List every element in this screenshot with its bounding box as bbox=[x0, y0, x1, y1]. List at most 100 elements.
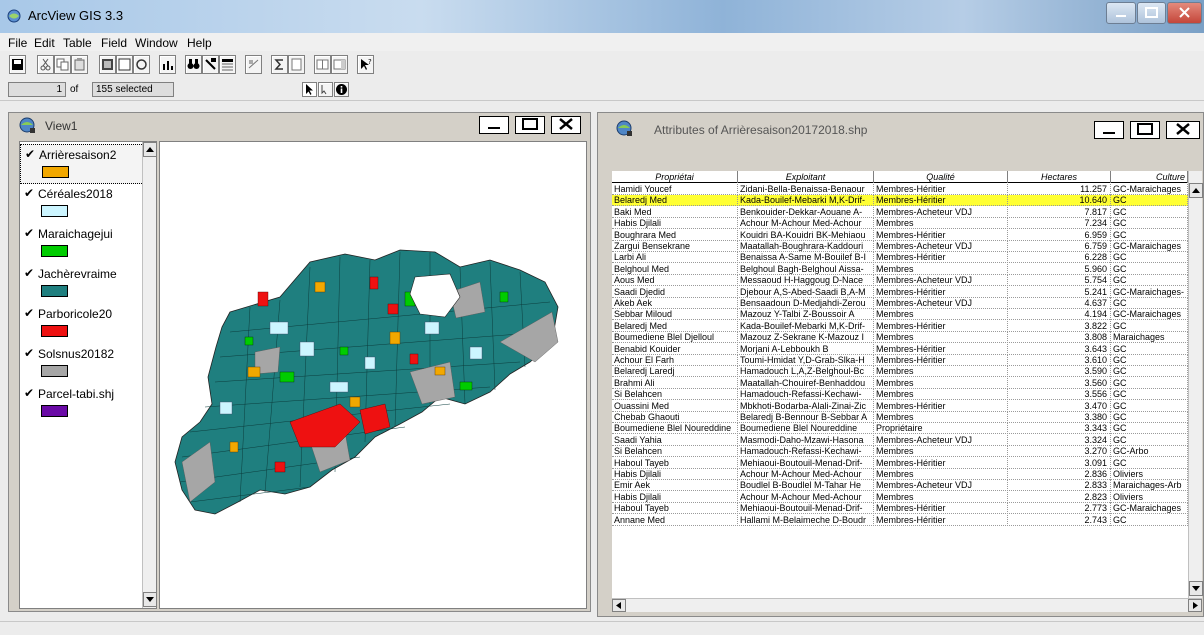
join-tables-button[interactable] bbox=[314, 55, 331, 74]
visibility-checkmark-icon[interactable]: ✔ bbox=[24, 306, 34, 320]
table-row[interactable]: Zargui Bensekrane Maatallah-Boughrara-Kad… bbox=[612, 241, 1188, 252]
cell-proprietaire: Achour El Farh bbox=[612, 355, 738, 366]
table-minimize-button[interactable] bbox=[1094, 121, 1124, 139]
toc-scrollbar[interactable] bbox=[142, 142, 156, 608]
table-row[interactable]: Baki Med Benkouider-Dekkar-Aouane A- Membr… bbox=[612, 206, 1188, 218]
statistics-button[interactable] bbox=[159, 55, 176, 74]
sort-ascending-button[interactable] bbox=[245, 55, 262, 74]
cell-hectares: 3.380 bbox=[1008, 412, 1111, 423]
menu-help[interactable]: Help bbox=[187, 36, 212, 50]
cell-proprietaire: Zargui Bensekrane bbox=[612, 241, 738, 252]
table-row[interactable]: Si Belahcen Hamadouch-Refassi-Kechawi- Mem… bbox=[612, 389, 1188, 401]
table-row[interactable]: Boughrara Med Kouidri BA-Kouidri BK-Mehia… bbox=[612, 229, 1188, 241]
table-row[interactable]: Haboul Tayeb Mehiaoui-Boutouil-Menad-Drif… bbox=[612, 503, 1188, 515]
switch-selection-button[interactable] bbox=[133, 55, 150, 74]
table-vertical-scrollbar[interactable] bbox=[1188, 171, 1203, 598]
toc-layer-cereales[interactable]: ✔ Céréales2018 bbox=[20, 184, 144, 224]
toc-layer-parcel-tabi[interactable]: ✔ Parcel-tabi.shj bbox=[20, 384, 144, 424]
column-header-culture[interactable]: Culture bbox=[1111, 171, 1188, 183]
table-row[interactable]: Benabid Kouider Morjani A-Lebboukh B Membr… bbox=[612, 343, 1188, 355]
table-row[interactable]: Larbi Ali Benaissa A-Same M-Bouilef B-I Me… bbox=[612, 252, 1188, 264]
summarize-button[interactable] bbox=[271, 55, 288, 74]
menu-edit[interactable]: Edit bbox=[34, 36, 55, 50]
scroll-right-button[interactable] bbox=[1188, 599, 1202, 612]
toc-layer-parboricole[interactable]: ✔ Parboricole20 bbox=[20, 304, 144, 344]
table-row[interactable]: Emir Aek Boudlel B-Boudlel M-Tahar He Memb… bbox=[612, 480, 1188, 492]
copy-button[interactable] bbox=[54, 55, 71, 74]
toc-layer-jachere[interactable]: ✔ Jachèrevraime bbox=[20, 264, 144, 304]
menu-window[interactable]: Window bbox=[135, 36, 178, 50]
visibility-checkmark-icon[interactable]: ✔ bbox=[25, 147, 35, 161]
query-builder-button[interactable] bbox=[202, 55, 219, 74]
edit-tool[interactable] bbox=[318, 82, 333, 97]
scroll-left-button[interactable] bbox=[612, 599, 626, 612]
calculate-button[interactable] bbox=[288, 55, 305, 74]
cell-exploitant: Achour M-Achour Med-Achour bbox=[738, 218, 874, 230]
table-row[interactable]: Saadi Djedid Djebour A,S-Abed-Saadi B,A-M… bbox=[612, 286, 1188, 298]
select-all-button[interactable] bbox=[99, 55, 116, 74]
select-none-button[interactable] bbox=[116, 55, 133, 74]
maximize-button[interactable] bbox=[1137, 2, 1166, 24]
table-row[interactable]: Annane Med Hallami M-Belaimeche D-Boudr Me… bbox=[612, 514, 1188, 526]
table-row[interactable]: Belaredj Med Kada-Bouilef-Mebarki M,K-Dri… bbox=[612, 195, 1188, 207]
menu-file[interactable]: File bbox=[8, 36, 27, 50]
view-close-button[interactable] bbox=[551, 116, 581, 134]
table-row[interactable]: Belaredj Laredj Hamadouch L,A,Z-Belghoul-… bbox=[612, 366, 1188, 378]
table-row[interactable]: Boumediene Blel Djelloul Mazouz Z-Sekrane… bbox=[612, 332, 1188, 344]
column-header-hectares[interactable]: Hectares bbox=[1008, 171, 1111, 183]
visibility-checkmark-icon[interactable]: ✔ bbox=[24, 186, 34, 200]
close-button[interactable] bbox=[1167, 2, 1202, 24]
table-row[interactable]: Si Belahcen Hamadouch-Refassi-Kechawi- Mem… bbox=[612, 446, 1188, 458]
map-display[interactable] bbox=[159, 141, 587, 609]
table-maximize-button[interactable] bbox=[1130, 121, 1160, 139]
table-row[interactable]: Belaredj Med Kada-Bouilef-Mebarki M,K-Dri… bbox=[612, 320, 1188, 332]
table-row[interactable]: Achour El Farh Toumi-Hmidat Y,D-Grab-Slka… bbox=[612, 355, 1188, 366]
scroll-up-button[interactable] bbox=[1189, 183, 1203, 198]
minimize-button[interactable] bbox=[1106, 2, 1136, 24]
table-row[interactable]: Habis Djilali Achour M-Achour Med-Achour M… bbox=[612, 469, 1188, 480]
identify-tool[interactable] bbox=[334, 82, 349, 97]
find-button[interactable] bbox=[185, 55, 202, 74]
scroll-down-button[interactable] bbox=[1189, 581, 1203, 596]
table-horizontal-scrollbar[interactable] bbox=[612, 598, 1202, 612]
column-header-exploitant[interactable]: Exploitant bbox=[738, 171, 874, 183]
visibility-checkmark-icon[interactable]: ✔ bbox=[24, 346, 34, 360]
table-row[interactable]: Ouassini Med Mbkhoti-Bodarba-Alali-Zinai-… bbox=[612, 400, 1188, 412]
scroll-down-button[interactable] bbox=[143, 592, 156, 607]
table-row[interactable]: Saadi Yahia Masmodi-Daho-Mzawi-Hasona Memb… bbox=[612, 434, 1188, 446]
cell-proprietaire: Habis Djilali bbox=[612, 469, 738, 480]
visibility-checkmark-icon[interactable]: ✔ bbox=[24, 386, 34, 400]
view-minimize-button[interactable] bbox=[479, 116, 509, 134]
table-row[interactable]: Sebbar Miloud Mazouz Y-Talbi Z-Boussoir A… bbox=[612, 309, 1188, 321]
help-pointer-button[interactable]: ? bbox=[357, 55, 374, 74]
menu-field[interactable]: Field bbox=[101, 36, 127, 50]
remove-joins-button[interactable] bbox=[331, 55, 348, 74]
table-row[interactable]: Habis Djilali Achour M-Achour Med-Achour M… bbox=[612, 218, 1188, 230]
table-row[interactable]: Haboul Tayeb Mehiaoui-Boutouil-Menad-Drif… bbox=[612, 457, 1188, 469]
promote-button[interactable] bbox=[219, 55, 236, 74]
toc-layer-solsnus[interactable]: ✔ Solsnus20182 bbox=[20, 344, 144, 384]
select-pointer-tool[interactable] bbox=[302, 82, 317, 97]
table-row[interactable]: Brahmi Ali Maatallah-Chouiref-Benhaddou Me… bbox=[612, 377, 1188, 389]
table-row[interactable]: Belghoul Med Belghoul Bagh-Belghoul Aissa… bbox=[612, 263, 1188, 275]
table-row[interactable]: Akeb Aek Bensaadoun D-Medjahdi-Zerou Membr… bbox=[612, 298, 1188, 309]
column-header-proprietaire[interactable]: Propriétai bbox=[612, 171, 738, 183]
visibility-checkmark-icon[interactable]: ✔ bbox=[24, 266, 34, 280]
table-row[interactable]: Habis Djilali Achour M-Achour Med-Achour M… bbox=[612, 491, 1188, 503]
arrow-down-icon bbox=[1192, 586, 1200, 591]
scroll-up-button[interactable] bbox=[143, 142, 156, 157]
visibility-checkmark-icon[interactable]: ✔ bbox=[24, 226, 34, 240]
table-close-button[interactable] bbox=[1166, 121, 1200, 139]
toc-layer-maraichage[interactable]: ✔ Maraichagejui bbox=[20, 224, 144, 264]
paste-button[interactable] bbox=[71, 55, 88, 74]
cut-button[interactable] bbox=[37, 55, 54, 74]
save-project-button[interactable] bbox=[9, 55, 26, 74]
table-row[interactable]: Boumediene Blel Noureddine Boumediene Ble… bbox=[612, 423, 1188, 435]
toc-layer-arriere-saison[interactable]: ✔ Arrièresaison2 bbox=[20, 144, 144, 184]
column-header-qualite[interactable]: Qualité bbox=[874, 171, 1008, 183]
view-maximize-button[interactable] bbox=[515, 116, 545, 134]
table-row[interactable]: Aous Med Messaoud H-Haggoug D-Nace Membres… bbox=[612, 275, 1188, 287]
table-row[interactable]: Chebab Ghaouti Belaredj B-Bennour B-Sebba… bbox=[612, 412, 1188, 423]
menu-table[interactable]: Table bbox=[63, 36, 92, 50]
table-row[interactable]: Hamidi Youcef Zidani-Bella-Benaissa-Benao… bbox=[612, 184, 1188, 195]
